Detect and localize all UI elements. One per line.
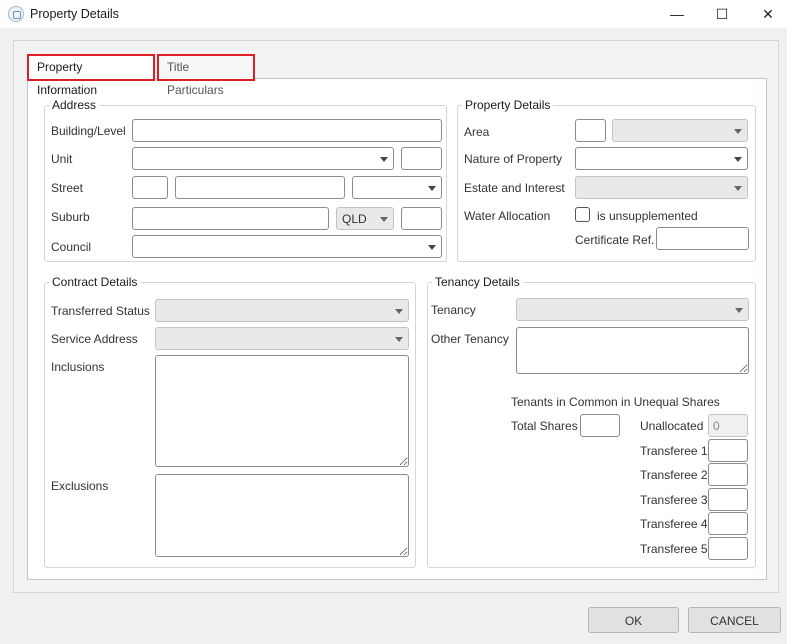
transferee-2-input[interactable] bbox=[708, 463, 748, 486]
service-label: Service Address bbox=[51, 332, 138, 346]
suburb-input[interactable] bbox=[132, 207, 329, 230]
close-icon[interactable]: ✕ bbox=[757, 4, 779, 24]
certificate-input[interactable] bbox=[656, 227, 749, 250]
transferee-2-label: Transferee 2 bbox=[640, 468, 708, 482]
tenancy-details-group-title: Tenancy Details bbox=[435, 275, 520, 289]
address-group-title: Address bbox=[52, 98, 97, 112]
chevron-down-icon bbox=[380, 157, 388, 162]
total-shares-input[interactable] bbox=[580, 414, 620, 437]
street-name-input[interactable] bbox=[175, 176, 345, 199]
chevron-down-icon bbox=[734, 129, 742, 134]
unsupplemented-checkbox[interactable] bbox=[575, 207, 590, 222]
transferee-4-label: Transferee 4 bbox=[640, 517, 708, 531]
unit-number-input[interactable] bbox=[401, 147, 442, 170]
certificate-label: Certificate Ref. bbox=[575, 233, 655, 247]
chevron-down-icon bbox=[395, 337, 403, 342]
area-input[interactable] bbox=[575, 119, 606, 142]
transferee-3-input[interactable] bbox=[708, 488, 748, 511]
estate-select[interactable] bbox=[575, 176, 748, 199]
chevron-down-icon bbox=[395, 309, 403, 314]
exclusions-label: Exclusions bbox=[51, 479, 109, 493]
tic-heading: Tenants in Common in Unequal Shares bbox=[511, 395, 720, 409]
council-label: Council bbox=[51, 240, 92, 254]
tab-property-information[interactable]: Property Information bbox=[27, 54, 155, 97]
ok-button[interactable]: OK bbox=[588, 607, 679, 633]
chevron-down-icon bbox=[734, 157, 742, 162]
unallocated-label: Unallocated bbox=[640, 419, 704, 433]
chevron-down-icon bbox=[428, 186, 436, 191]
chevron-down-icon bbox=[734, 186, 742, 191]
contract-details-group-title: Contract Details bbox=[52, 275, 138, 289]
transferred-label: Transferred Status bbox=[51, 304, 150, 318]
suburb-label: Suburb bbox=[51, 210, 90, 224]
street-label: Street bbox=[51, 181, 84, 195]
building-label: Building/Level bbox=[51, 124, 126, 138]
street-number-input[interactable] bbox=[132, 176, 168, 199]
transferee-5-label: Transferee 5 bbox=[640, 542, 708, 556]
postcode-input[interactable] bbox=[401, 207, 442, 230]
building-input[interactable] bbox=[132, 119, 442, 142]
unit-type-select[interactable] bbox=[132, 147, 394, 170]
street-type-select[interactable] bbox=[352, 176, 442, 199]
window-title: Property Details bbox=[30, 7, 119, 21]
state-value: QLD bbox=[342, 212, 367, 226]
chevron-down-icon bbox=[380, 217, 388, 222]
inclusions-textarea[interactable] bbox=[155, 355, 409, 467]
nature-label: Nature of Property bbox=[464, 152, 563, 166]
chevron-down-icon bbox=[735, 308, 743, 313]
chevron-down-icon bbox=[428, 245, 436, 250]
water-label: Water Allocation bbox=[464, 209, 551, 223]
tenancy-label: Tenancy bbox=[431, 303, 476, 317]
cancel-button[interactable]: CANCEL bbox=[688, 607, 781, 633]
state-select[interactable]: QLD bbox=[336, 207, 394, 230]
nature-select[interactable] bbox=[575, 147, 748, 170]
total-shares-label: Total Shares bbox=[511, 419, 578, 433]
app-icon bbox=[8, 6, 24, 22]
other-tenancy-textarea[interactable] bbox=[516, 327, 749, 374]
other-tenancy-label: Other Tenancy bbox=[431, 332, 509, 346]
tab-title-particulars[interactable]: Title Particulars bbox=[157, 54, 255, 97]
transferee-3-label: Transferee 3 bbox=[640, 493, 708, 507]
transferee-5-input[interactable] bbox=[708, 537, 748, 560]
transferee-1-label: Transferee 1 bbox=[640, 444, 708, 458]
service-select[interactable] bbox=[155, 327, 409, 350]
transferred-select[interactable] bbox=[155, 299, 409, 322]
inclusions-label: Inclusions bbox=[51, 360, 105, 374]
property-details-group-title: Property Details bbox=[465, 98, 551, 112]
area-unit-select[interactable] bbox=[612, 119, 748, 142]
maximize-icon[interactable]: ☐ bbox=[711, 4, 733, 24]
area-label: Area bbox=[464, 125, 490, 139]
transferee-1-input[interactable] bbox=[708, 439, 748, 462]
unallocated-input bbox=[708, 414, 748, 437]
unsupplemented-label: is unsupplemented bbox=[597, 209, 698, 223]
transferee-4-input[interactable] bbox=[708, 512, 748, 535]
minimize-icon[interactable]: — bbox=[666, 4, 688, 24]
tenancy-select[interactable] bbox=[516, 298, 749, 321]
estate-label: Estate and Interest bbox=[464, 181, 565, 195]
council-select[interactable] bbox=[132, 235, 442, 258]
exclusions-textarea[interactable] bbox=[155, 474, 409, 557]
unit-label: Unit bbox=[51, 152, 73, 166]
